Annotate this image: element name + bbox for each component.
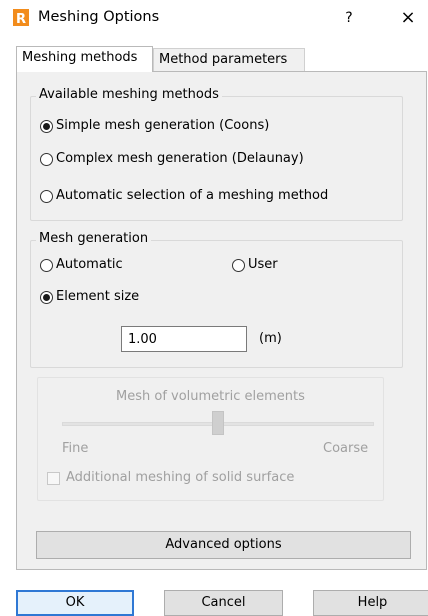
svg-text:R: R xyxy=(16,12,26,26)
cancel-button[interactable]: Cancel xyxy=(164,590,283,616)
close-icon[interactable]: × xyxy=(396,7,420,31)
ok-button[interactable]: OK xyxy=(16,590,134,616)
meshing-methods-legend: Available meshing methods xyxy=(36,87,222,102)
help-icon[interactable]: ? xyxy=(338,7,360,29)
radio-user-label[interactable]: User xyxy=(248,257,278,272)
radio-automatic-label[interactable]: Automatic xyxy=(56,257,123,272)
volumetric-legend: Mesh of volumetric elements xyxy=(116,389,305,404)
robot-app-icon: R xyxy=(13,9,29,26)
radio-user[interactable] xyxy=(232,259,245,272)
radio-simple-mesh-label[interactable]: Simple mesh generation (Coons) xyxy=(56,118,269,133)
mesh-density-slider-thumb[interactable] xyxy=(212,411,224,435)
slider-min-label: Fine xyxy=(62,441,89,456)
additional-meshing-checkbox[interactable] xyxy=(47,472,60,485)
radio-automatic-selection-label[interactable]: Automatic selection of a meshing method xyxy=(56,188,328,203)
radio-element-size[interactable] xyxy=(40,291,53,304)
element-size-unit: (m) xyxy=(259,331,282,346)
advanced-options-button[interactable]: Advanced options xyxy=(36,531,411,559)
radio-automatic-selection[interactable] xyxy=(40,190,53,203)
window-title: Meshing Options xyxy=(38,9,160,25)
radio-complex-mesh[interactable] xyxy=(40,153,53,166)
tab-meshing-methods[interactable]: Meshing methods xyxy=(16,46,153,72)
slider-max-label: Coarse xyxy=(323,441,369,456)
radio-automatic[interactable] xyxy=(40,259,53,272)
radio-simple-mesh[interactable] xyxy=(40,120,53,133)
mesh-generation-legend: Mesh generation xyxy=(36,231,152,246)
help-button[interactable]: Help xyxy=(313,590,428,616)
radio-element-size-label[interactable]: Element size xyxy=(56,289,139,304)
title-bar: R Meshing Options ? × xyxy=(0,0,428,38)
additional-meshing-label[interactable]: Additional meshing of solid surface xyxy=(66,470,294,485)
tab-method-parameters[interactable]: Method parameters xyxy=(153,48,305,72)
element-size-input[interactable] xyxy=(121,326,247,352)
radio-complex-mesh-label[interactable]: Complex mesh generation (Delaunay) xyxy=(56,151,304,166)
